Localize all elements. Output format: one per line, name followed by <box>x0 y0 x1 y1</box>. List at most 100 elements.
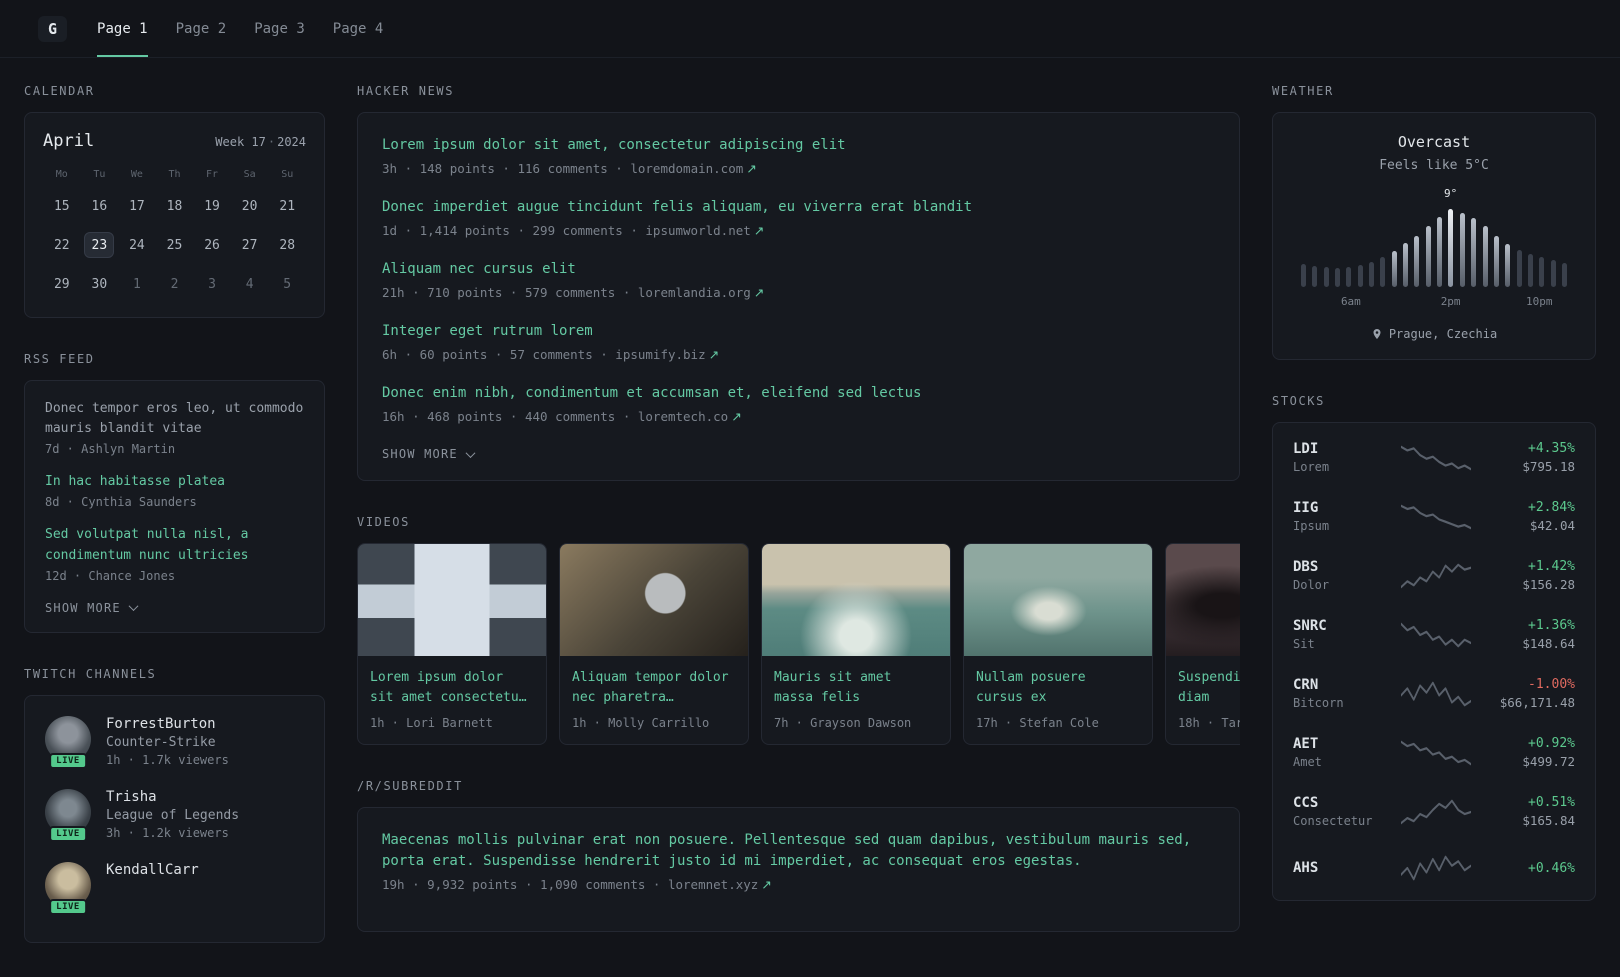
calendar-day: 5 <box>283 276 292 292</box>
stock-change: +1.36% <box>1528 618 1575 633</box>
news-item-title[interactable]: Lorem ipsum dolor sit amet, consectetur … <box>382 135 1215 156</box>
weather-bar <box>1539 257 1545 287</box>
stock-symbol-block: AHS <box>1293 860 1389 876</box>
stock-value-block: +0.92% $499.72 <box>1483 736 1575 769</box>
hackernews-list: Lorem ipsum dolor sit amet, consectetur … <box>382 135 1215 424</box>
rss-item-title[interactable]: Sed volutpat nulla nisl, a condimentum n… <box>45 525 304 565</box>
stock-ticker: DBS <box>1293 559 1319 575</box>
app-logo[interactable]: G <box>38 15 68 42</box>
page-tabs: Page 1 Page 2 Page 3 Page 4 <box>97 0 383 57</box>
video-card[interactable]: Suspendisse diam 18h · Tara <box>1165 543 1240 745</box>
video-meta: 7h · Grayson Dawson <box>774 716 912 730</box>
tab-page-3[interactable]: Page 3 <box>254 0 305 57</box>
calendar-day: 3 <box>208 276 216 292</box>
news-item-meta: 16h · 468 points · 440 comments · loremt… <box>382 409 1215 424</box>
video-thumbnail <box>560 544 748 656</box>
live-badge: LIVE <box>49 825 87 842</box>
tab-page-2[interactable]: Page 2 <box>176 0 227 57</box>
right-column: WEATHER Overcast Feels like 5°C 9° 6am 2p… <box>1272 84 1596 935</box>
news-item-meta-text: 1d · 1,414 points · 299 comments · <box>382 223 646 238</box>
hackernews-show-more-button[interactable]: SHOW MORE <box>382 447 476 461</box>
stock-price: $148.64 <box>1522 636 1575 651</box>
video-thumbnail <box>762 544 950 656</box>
weather-location-row: Prague, Czechia <box>1293 327 1575 341</box>
chevron-down-icon <box>465 447 476 458</box>
live-badge: LIVE <box>49 898 87 915</box>
channel-info: KendallCarr <box>106 862 199 908</box>
separator-dot: · <box>267 135 276 149</box>
news-item-title[interactable]: Donec enim nibh, condimentum et accumsan… <box>382 383 1215 404</box>
stock-row[interactable]: IIG Ipsum +2.84% $42.04 <box>1293 487 1575 546</box>
video-card[interactable]: Mauris sit amet massa felis 7h · Grayson … <box>761 543 951 745</box>
stock-row[interactable]: SNRC Sit +1.36% $148.64 <box>1293 605 1575 664</box>
video-card[interactable]: Lorem ipsum dolor sit amet consectetu… 1h… <box>357 543 547 745</box>
calendar-day-header: We <box>130 169 143 180</box>
news-item-title[interactable]: Donec imperdiet augue tincidunt felis al… <box>382 197 1215 218</box>
subreddit-widget-title: /R/SUBREDDIT <box>357 779 463 793</box>
external-link-icon: ↗ <box>746 161 757 176</box>
chevron-down-icon <box>128 601 139 612</box>
dashboard: CALENDAR April Week 17 · 2024 Mo Tu We Th Fr Sa… <box>0 58 1620 977</box>
news-item-title[interactable]: Aliquam nec cursus elit <box>382 259 1215 280</box>
video-title: Lorem ipsum dolor sit amet consectetu… <box>370 670 527 705</box>
external-link-icon: ↗ <box>731 409 742 424</box>
stock-ticker: CRN <box>1293 677 1319 693</box>
calendar-card: April Week 17 · 2024 Mo Tu We Th Fr Sa Su 15 16 17 1… <box>24 112 325 318</box>
news-item: Integer eget rutrum lorem 6h · 60 points … <box>382 321 1215 362</box>
calendar-week-label: Week 17 <box>215 135 266 149</box>
calendar-day-header: Tu <box>93 169 106 180</box>
stock-ticker: SNRC <box>1293 618 1327 634</box>
stock-value-block: +0.51% $165.84 <box>1483 795 1575 828</box>
subreddit-card: Maecenas mollis pulvinar erat non posuer… <box>357 807 1240 932</box>
stock-row[interactable]: LDI Lorem +4.35% $795.18 <box>1293 428 1575 487</box>
weather-bar <box>1380 257 1386 287</box>
stock-row[interactable]: CCS Consectetur +0.51% $165.84 <box>1293 782 1575 841</box>
news-item-meta: 1d · 1,414 points · 299 comments · ipsum… <box>382 223 1215 238</box>
stocks-card: LDI Lorem +4.35% $795.18 IIG Ipsum +2.84% $42.0… <box>1272 422 1596 901</box>
calendar-day-header: Sa <box>243 169 256 180</box>
video-card[interactable]: Nullam posuere cursus ex 17h · Stefan Col… <box>963 543 1153 745</box>
stock-price: $42.04 <box>1529 518 1575 533</box>
weather-bar <box>1414 236 1420 287</box>
stock-symbol-block: AET Amet <box>1293 736 1389 769</box>
news-item-title[interactable]: Maecenas mollis pulvinar erat non posuer… <box>382 830 1215 872</box>
stock-row[interactable]: AET Amet +0.92% $499.72 <box>1293 723 1575 782</box>
calendar-day-header: Su <box>281 169 294 180</box>
twitch-channel-row[interactable]: LIVE Trisha League of Legends 3h · 1.2k vie… <box>45 788 304 842</box>
news-item-meta-text: 21h · 710 points · 579 comments · <box>382 285 638 300</box>
stock-value-block: -1.00% $66,171.48 <box>1483 677 1575 710</box>
stock-row[interactable]: CRN Bitcorn -1.00% $66,171.48 <box>1293 664 1575 723</box>
stock-row[interactable]: DBS Dolor +1.42% $156.28 <box>1293 546 1575 605</box>
tab-page-4[interactable]: Page 4 <box>333 0 384 57</box>
avatar-wrap: LIVE <box>45 861 91 915</box>
video-card[interactable]: Aliquam tempor dolor nec pharetra… 1h · M… <box>559 543 749 745</box>
stock-sparkline <box>1401 681 1471 706</box>
twitch-channel-row[interactable]: LIVE ForrestBurton Counter-Strike 1h · 1.7k… <box>45 715 304 769</box>
middle-column: HACKER NEWS Lorem ipsum dolor sit amet, … <box>357 84 1240 966</box>
rss-show-more-button[interactable]: SHOW MORE <box>45 601 139 615</box>
video-title: Aliquam tempor dolor nec pharetra… <box>572 670 729 705</box>
news-item-meta: 3h · 148 points · 116 comments · loremdo… <box>382 161 1215 176</box>
rss-widget-title: RSS FEED <box>24 352 95 366</box>
stock-value-block: +4.35% $795.18 <box>1483 441 1575 474</box>
stock-row[interactable]: AHS +0.46% <box>1293 841 1575 895</box>
calendar-day: 18 <box>166 198 183 214</box>
stock-symbol-block: SNRC Sit <box>1293 618 1389 651</box>
twitch-widget-title: TWITCH CHANNELS <box>24 666 157 681</box>
stock-name: Bitcorn <box>1293 696 1344 710</box>
rss-item-title[interactable]: In hac habitasse platea <box>45 472 304 492</box>
weather-bar <box>1369 262 1375 287</box>
rss-item-title[interactable]: Donec tempor eros leo, ut commodo mauris… <box>45 399 304 439</box>
video-meta: 17h · Stefan Cole <box>976 716 1099 730</box>
videos-widget: VIDEOS Lorem ipsum dolor sit amet consec… <box>357 515 1240 745</box>
stock-change: +0.46% <box>1528 860 1575 876</box>
news-item-title[interactable]: Integer eget rutrum lorem <box>382 321 1215 342</box>
tab-page-1[interactable]: Page 1 <box>97 0 148 57</box>
rss-card: Donec tempor eros leo, ut commodo mauris… <box>24 380 325 633</box>
twitch-channel-row[interactable]: LIVE KendallCarr <box>45 861 304 915</box>
stocks-widget: STOCKS LDI Lorem +4.35% $795.18 IIG Ipsum +2.8… <box>1272 394 1596 901</box>
video-thumbnail <box>1166 544 1240 656</box>
stock-symbol-block: LDI Lorem <box>1293 441 1389 474</box>
weather-bar <box>1550 260 1556 287</box>
stock-sparkline <box>1401 563 1471 588</box>
